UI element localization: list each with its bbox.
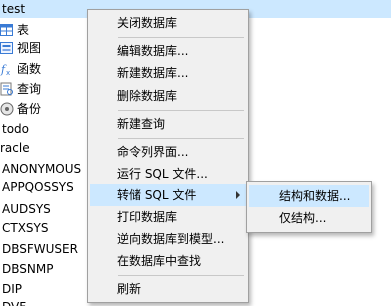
table-icon xyxy=(0,22,14,36)
tree-connection-oracle-label: racle xyxy=(0,141,30,155)
tree-item-function[interactable]: fx 函数 xyxy=(0,58,85,80)
schema-item[interactable]: APPQOSSYS xyxy=(0,176,85,198)
menu-reverse-to-model[interactable]: 逆向数据库到模型... xyxy=(90,228,246,250)
menu-dump-sql-file-label: 转储 SQL 文件 xyxy=(117,188,197,202)
submenu-arrow-icon xyxy=(236,191,240,199)
submenu-structure-and-data[interactable]: 结构和数据... xyxy=(249,185,369,207)
menu-separator xyxy=(118,110,244,111)
menu-dump-sql-file[interactable]: 转储 SQL 文件 xyxy=(90,184,246,206)
schema-item[interactable]: DVF xyxy=(0,296,85,306)
menu-separator xyxy=(118,275,244,276)
menu-new-query[interactable]: 新建查询 xyxy=(90,113,246,135)
tree-item-function-label: 函数 xyxy=(17,62,42,76)
schema-label: DVF xyxy=(2,296,26,306)
menu-print-database[interactable]: 打印数据库 xyxy=(90,206,246,228)
tree-item-query-label: 查询 xyxy=(17,82,42,96)
view-icon xyxy=(0,40,14,54)
menu-new-database[interactable]: 新建数据库... xyxy=(90,62,246,84)
tree-db-label: test xyxy=(2,2,26,16)
menu-run-sql-file[interactable]: 运行 SQL 文件... xyxy=(90,163,246,185)
menu-close-database[interactable]: 关闭数据库 xyxy=(90,12,246,34)
svg-text:x: x xyxy=(6,69,10,76)
schema-label: APPQOSSYS xyxy=(2,180,74,194)
menu-console[interactable]: 命令列界面... xyxy=(90,141,246,163)
schema-item[interactable]: DBSFWUSER xyxy=(0,238,85,260)
query-icon xyxy=(0,81,14,96)
tree-item-backup-label: 备份 xyxy=(17,102,42,116)
tree-item-backup[interactable]: 备份 xyxy=(0,98,85,120)
menu-refresh[interactable]: 刷新 xyxy=(90,278,246,300)
schema-item[interactable]: CTXSYS xyxy=(0,217,85,239)
menu-separator xyxy=(118,37,244,38)
tree-item-view-label: 视图 xyxy=(17,41,42,55)
tree-item-query[interactable]: 查询 xyxy=(0,78,85,100)
schema-item[interactable]: DBSNMP xyxy=(0,258,85,280)
menu-separator xyxy=(118,138,244,139)
schema-label: DBSFWUSER xyxy=(2,242,78,256)
context-menu: 关闭数据库 编辑数据库... 新建数据库... 删除数据库 新建查询 命令列界面… xyxy=(87,9,249,303)
tree-connection-oracle[interactable]: racle xyxy=(0,137,85,159)
backup-icon xyxy=(0,101,14,116)
submenu-structure-only[interactable]: 仅结构... xyxy=(249,207,369,229)
schema-label: CTXSYS xyxy=(2,221,49,235)
menu-edit-database[interactable]: 编辑数据库... xyxy=(90,40,246,62)
function-icon: fx xyxy=(0,61,14,77)
schema-label: DBSNMP xyxy=(2,262,54,276)
menu-find-in-database[interactable]: 在数据库中查找 xyxy=(90,250,246,272)
tree-item-view[interactable]: 视图 xyxy=(0,37,85,59)
dump-sql-submenu: 结构和数据... 仅结构... xyxy=(246,181,372,233)
menu-delete-database[interactable]: 删除数据库 xyxy=(90,85,246,107)
